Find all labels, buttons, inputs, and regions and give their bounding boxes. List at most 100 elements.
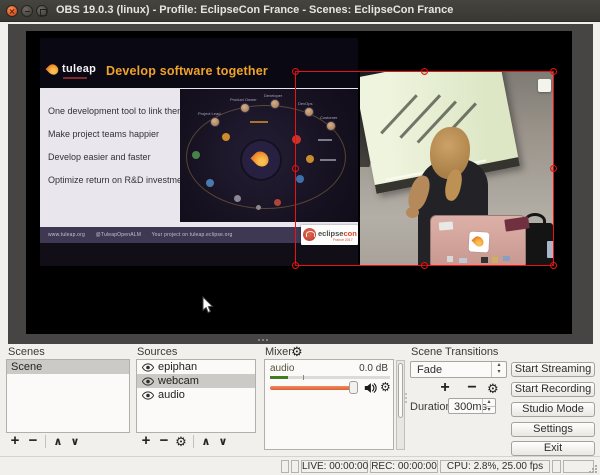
spin-up-icon[interactable]: ▴ [483, 399, 495, 407]
remove-source-button[interactable]: − [157, 433, 171, 449]
resize-handle-bottom-middle[interactable] [421, 262, 428, 269]
diagram-label-dash [250, 121, 268, 123]
tuleap-logo: tuleap [46, 62, 100, 80]
close-icon[interactable] [6, 5, 18, 17]
resize-handle-top-middle[interactable] [421, 68, 428, 75]
mixer-scrollbar[interactable] [396, 360, 405, 450]
source-list-item[interactable]: audio [137, 388, 255, 402]
move-source-down-button[interactable]: ∨ [216, 436, 230, 449]
start-streaming-button[interactable]: Start Streaming [511, 362, 595, 377]
spin-down-icon[interactable]: ▾ [492, 369, 506, 376]
add-source-button[interactable]: + [139, 433, 153, 449]
cpu-fps-status: CPU: 2.8%, 25.00 fps [440, 460, 550, 473]
footer-link: Your project on tuleap.eclipse.org [152, 232, 233, 238]
transitions-dock-label: Scene Transitions [411, 346, 498, 358]
spin-up-icon[interactable]: ▴ [492, 362, 506, 369]
visibility-icon[interactable] [142, 391, 154, 400]
scene-list-item[interactable]: Scene [7, 360, 129, 374]
mixer-options-gear-icon[interactable]: ⚙ [291, 344, 303, 360]
add-scene-button[interactable]: + [8, 433, 22, 449]
scenes-dock-label: Scenes [8, 346, 45, 358]
resize-grip[interactable] [589, 465, 598, 474]
start-recording-button[interactable]: Start Recording [511, 382, 595, 397]
slide-bullet: Make project teams happier [48, 129, 159, 139]
dock-splitter-horizontal[interactable] [258, 339, 272, 342]
mixer-scrollbar-thumb[interactable] [398, 363, 403, 418]
mixer-channel-gear-icon[interactable]: ⚙ [380, 380, 391, 394]
exit-button[interactable]: Exit [511, 441, 595, 456]
mixer-channel-name: audio [270, 363, 294, 374]
remove-scene-button[interactable]: − [26, 433, 40, 449]
toolbar-divider [193, 435, 194, 448]
volume-slider-handle[interactable] [349, 381, 358, 394]
sources-dock-label: Sources [137, 346, 177, 358]
resize-handle-top-right[interactable] [550, 68, 557, 75]
maximize-icon[interactable] [36, 5, 48, 17]
resize-handle-middle-right[interactable] [550, 165, 557, 172]
mouse-cursor [202, 296, 214, 314]
transition-properties-gear-icon[interactable]: ⚙ [487, 381, 499, 397]
duration-spinbox[interactable]: 300ms ▴▾ [448, 398, 496, 414]
transition-select-spinner[interactable]: ▴▾ [491, 362, 506, 377]
tuleap-brand: tuleap [62, 63, 96, 75]
footer-link: www.tuleap.org [48, 232, 85, 238]
sources-list[interactable]: epiphan webcam audio [136, 359, 256, 433]
tuleap-flame-icon [46, 62, 61, 77]
remove-transition-button[interactable]: − [464, 379, 480, 397]
source-selection-box[interactable] [295, 71, 554, 266]
diagram-node [192, 151, 200, 159]
visibility-icon[interactable] [142, 363, 154, 372]
resize-handle-middle-left[interactable] [292, 165, 299, 172]
avatar [210, 117, 220, 127]
source-name: webcam [158, 374, 199, 388]
visibility-icon[interactable] [142, 377, 154, 386]
status-indicator-box [281, 460, 289, 473]
duration-spinner[interactable]: ▴▾ [482, 399, 495, 413]
slide-bullet: Develop easier and faster [48, 152, 151, 162]
add-transition-button[interactable]: + [437, 379, 453, 397]
diagram-node [256, 205, 261, 210]
resize-handle-bottom-left[interactable] [292, 262, 299, 269]
status-indicator-box [552, 460, 561, 473]
move-scene-down-button[interactable]: ∨ [68, 436, 82, 449]
move-scene-up-button[interactable]: ∧ [51, 436, 65, 449]
diagram-center-circle [242, 141, 280, 179]
duration-label: Duration [410, 401, 452, 413]
studio-mode-button[interactable]: Studio Mode [511, 402, 595, 417]
dock-splitter-vertical[interactable] [405, 393, 408, 407]
volume-meter-tick [303, 375, 304, 380]
mixer-dock-label: Mixer [265, 346, 292, 358]
minimize-icon[interactable] [21, 5, 33, 17]
slide-bullet: Optimize return on R&D investments [48, 175, 194, 185]
scene-name: Scene [11, 360, 42, 374]
scenes-list[interactable]: Scene [6, 359, 130, 433]
settings-button[interactable]: Settings [511, 422, 595, 437]
diagram-node [222, 133, 230, 141]
toolbar-divider [45, 435, 46, 448]
diagram-role-label: Project Lead [198, 111, 220, 116]
volume-meter [270, 376, 390, 379]
resize-handle-top-left[interactable] [292, 68, 299, 75]
speaker-icon[interactable] [364, 382, 377, 394]
source-name: audio [158, 388, 185, 402]
source-list-item[interactable]: epiphan [137, 360, 255, 374]
source-name: epiphan [158, 360, 197, 374]
preview-canvas[interactable]: tuleap Develop software together One dev… [26, 31, 572, 334]
transition-select[interactable]: Fade ▴▾ [410, 361, 507, 378]
preview-area: tuleap Develop software together One dev… [8, 24, 593, 344]
move-source-up-button[interactable]: ∧ [199, 436, 213, 449]
avatar [240, 103, 250, 113]
spin-down-icon[interactable]: ▾ [483, 407, 495, 414]
source-properties-gear-icon[interactable]: ⚙ [174, 434, 188, 449]
live-time-status: LIVE: 00:00:00 [301, 460, 368, 473]
volume-slider-track[interactable] [270, 386, 354, 390]
slide-bullet: One development tool to link them all [48, 106, 196, 116]
resize-handle-bottom-right[interactable] [550, 262, 557, 269]
slide-footer-links: www.tuleap.org @TuleapOpenALM Your proje… [48, 227, 241, 243]
source-list-item[interactable]: webcam [137, 374, 255, 388]
transition-selected-value: Fade [417, 363, 442, 378]
mixer-channel: audio 0.0 dB ⚙ [264, 359, 394, 450]
volume-meter-fill [270, 376, 288, 379]
diagram-role-label: Developer [264, 93, 282, 98]
mixer-level-db: 0.0 dB [359, 363, 388, 374]
